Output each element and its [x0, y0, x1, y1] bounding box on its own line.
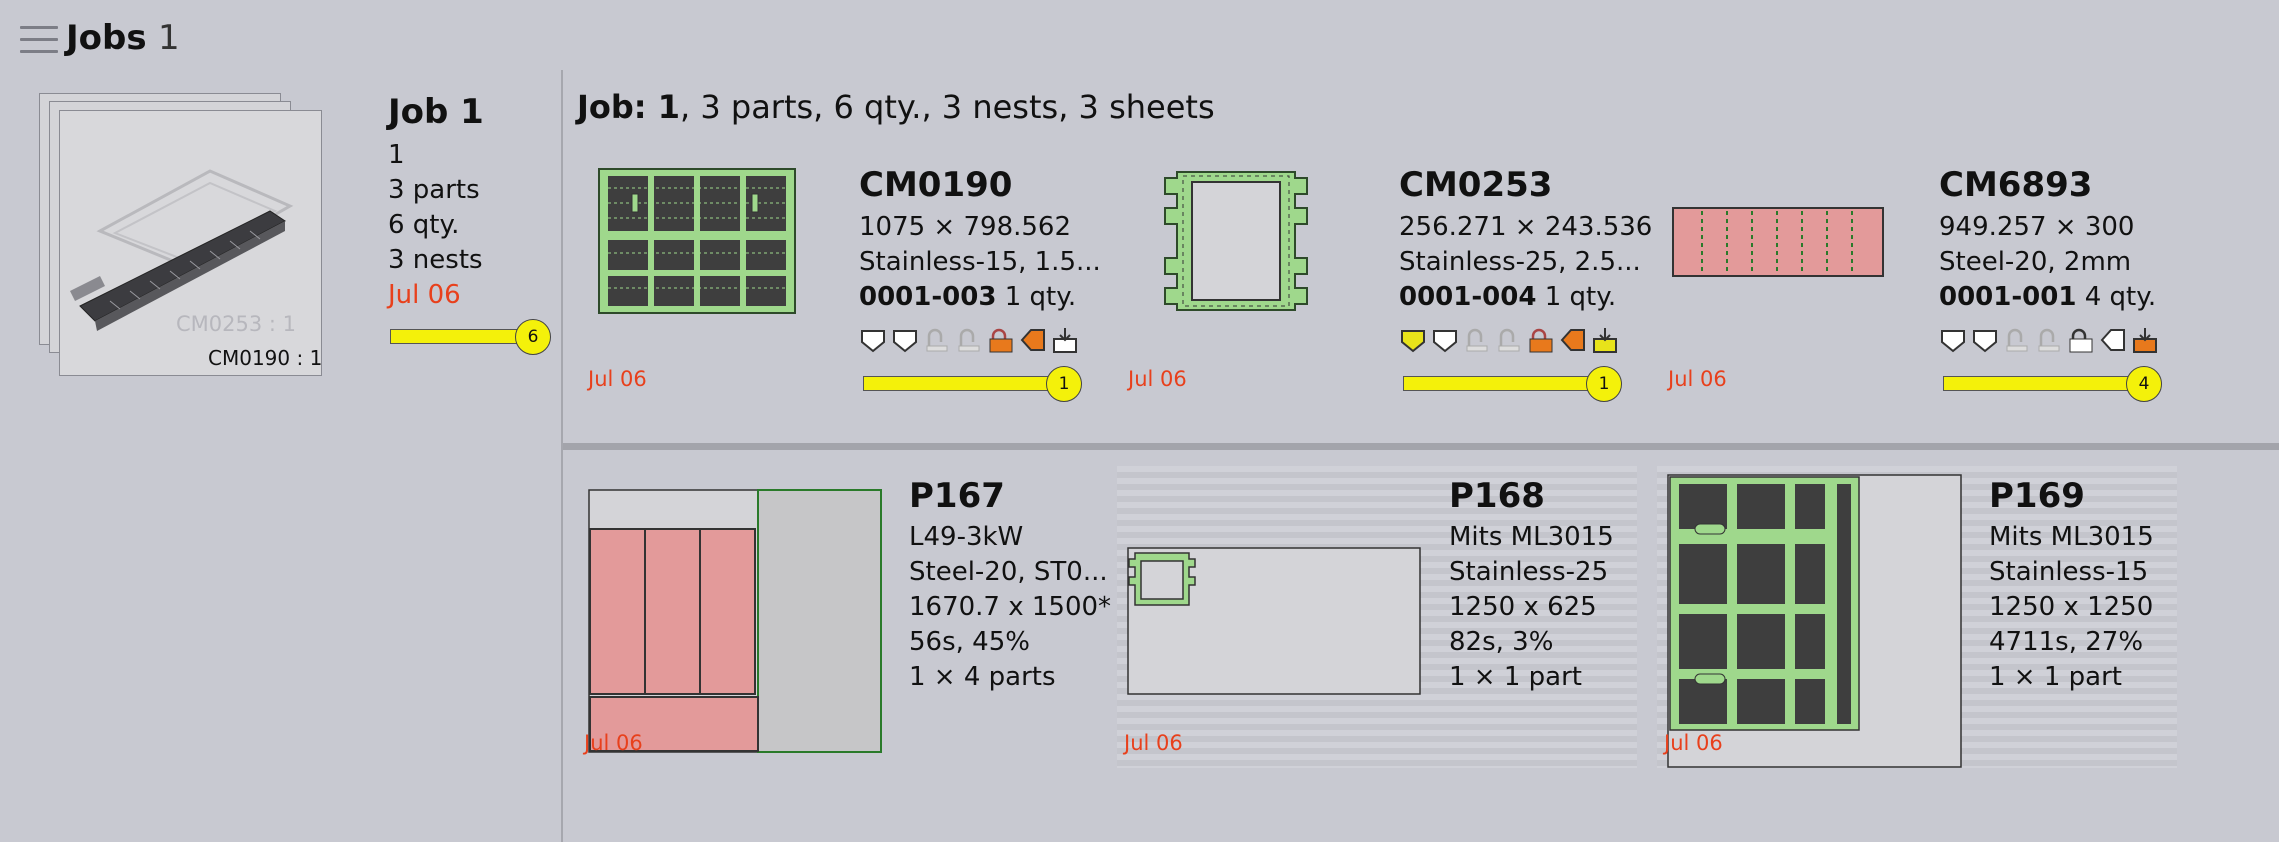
- part-progress-badge: 4: [2126, 366, 2162, 402]
- part-date: Jul 06: [1128, 367, 1187, 391]
- part-dimensions: 256.271 × 243.536: [1399, 212, 1653, 242]
- paint-status-icon[interactable]: [1527, 326, 1555, 354]
- job-progress-bar: [390, 329, 532, 344]
- bend-status-icon[interactable]: [1463, 326, 1491, 354]
- nest-sheet-preview: [1127, 547, 1421, 695]
- assembly-status-icon[interactable]: [1559, 326, 1587, 354]
- cut-status-icon[interactable]: [1399, 326, 1427, 354]
- job-title: Job 1: [388, 92, 484, 132]
- part-material: Steel-20, 2mm: [1939, 247, 2132, 277]
- nest-date: Jul 06: [584, 731, 643, 755]
- nest-parts-count: 1 × 1 part: [1449, 662, 1582, 692]
- part-dimensions: 1075 × 798.562: [859, 212, 1071, 242]
- weld-status-icon[interactable]: [2035, 326, 2063, 354]
- nest-stats: 82s, 3%: [1449, 627, 1554, 657]
- part-code: 0001-004: [1399, 282, 1537, 312]
- part-material: Stainless-25, 2.5...: [1399, 247, 1641, 277]
- part-progress-badge: 1: [1046, 366, 1082, 402]
- nest-sheet-size: 1670.7 x 1500*: [909, 592, 1112, 622]
- thumbnail-card-front: [59, 110, 322, 376]
- nest-name: P168: [1449, 476, 1545, 516]
- job-count: 1: [158, 18, 180, 58]
- weld-status-icon[interactable]: [955, 326, 983, 354]
- job-nests: 3 nests: [388, 245, 483, 275]
- part-thumbnail: [598, 168, 796, 314]
- part-status-icons: [859, 326, 1079, 356]
- part-progress-bar: [1943, 376, 2145, 391]
- nest-status-icon[interactable]: [1971, 326, 1999, 354]
- part-progress-bar: [863, 376, 1065, 391]
- part-progress-bar: [1403, 376, 1605, 391]
- menu-icon[interactable]: [20, 26, 58, 56]
- part-status-icons: [1939, 326, 2159, 356]
- nest-material: Stainless-25: [1449, 557, 1609, 587]
- ship-status-icon[interactable]: [1051, 326, 1079, 354]
- nest-sheet-size: 1250 x 1250: [1989, 592, 2154, 622]
- part-qty: 1 qty.: [996, 282, 1077, 312]
- nest-machine: Mits ML3015: [1449, 522, 1614, 552]
- weld-status-icon[interactable]: [1495, 326, 1523, 354]
- nest-parts-count: 1 × 4 parts: [909, 662, 1056, 692]
- assembly-status-icon[interactable]: [1019, 326, 1047, 354]
- job-date: Jul 06: [388, 280, 461, 310]
- cut-status-icon[interactable]: [1939, 326, 1967, 354]
- ghost-part-label: CM0253 : 1: [176, 312, 297, 336]
- nest-status-icon[interactable]: [1431, 326, 1459, 354]
- job-parts: 3 parts: [388, 175, 480, 205]
- ship-status-icon[interactable]: [1591, 326, 1619, 354]
- ship-status-icon[interactable]: [2131, 326, 2159, 354]
- nest-sheet-preview: [1667, 474, 1962, 768]
- part-code: 0001-001: [1939, 282, 2077, 312]
- part-thumbnail: [1672, 207, 1884, 277]
- part-date: Jul 06: [1668, 367, 1727, 391]
- paint-status-icon[interactable]: [987, 326, 1015, 354]
- part-code-qty: 0001-003 1 qty.: [859, 282, 1076, 312]
- bend-status-icon[interactable]: [923, 326, 951, 354]
- nest-material: Steel-20, ST0...: [909, 557, 1108, 587]
- part-name: CM0253: [1399, 165, 1553, 205]
- part-qty: 4 qty.: [2076, 282, 2157, 312]
- column-divider: [561, 70, 563, 842]
- nest-name: P167: [909, 476, 1005, 516]
- job-header-summary: , 3 parts, 6 qty., 3 nests, 3 sheets: [680, 88, 1215, 126]
- part-qty: 1 qty.: [1536, 282, 1617, 312]
- nest-sheet-preview: [588, 489, 882, 753]
- nest-material: Stainless-15: [1989, 557, 2149, 587]
- bend-status-icon[interactable]: [2003, 326, 2031, 354]
- cut-status-icon[interactable]: [859, 326, 887, 354]
- part-dimensions: 949.257 × 300: [1939, 212, 2135, 242]
- nest-date: Jul 06: [1664, 731, 1723, 755]
- part-name: CM6893: [1939, 165, 2093, 205]
- nest-status-icon[interactable]: [891, 326, 919, 354]
- nest-parts-count: 1 × 1 part: [1989, 662, 2122, 692]
- nest-stats: 4711s, 27%: [1989, 627, 2144, 657]
- part-code-qty: 0001-001 4 qty.: [1939, 282, 2156, 312]
- section-divider: [563, 443, 2279, 450]
- part-progress-badge: 1: [1586, 366, 1622, 402]
- front-part-label: CM0190 : 1: [208, 346, 323, 370]
- part-thumbnail: [1164, 171, 1308, 311]
- nest-machine: L49-3kW: [909, 522, 1024, 552]
- job-qty: 6 qty.: [388, 210, 460, 240]
- assembly-status-icon[interactable]: [2099, 326, 2127, 354]
- job-header-number: 1: [657, 88, 680, 126]
- nest-machine: Mits ML3015: [1989, 522, 2154, 552]
- job-number: 1: [388, 140, 405, 170]
- part-name: CM0190: [859, 165, 1013, 205]
- job-header-prefix: Job:: [577, 88, 658, 126]
- nest-date: Jul 06: [1124, 731, 1183, 755]
- part-date: Jul 06: [588, 367, 647, 391]
- nest-name: P169: [1989, 476, 2085, 516]
- paint-status-icon[interactable]: [2067, 326, 2095, 354]
- job-header: Job: 1, 3 parts, 6 qty., 3 nests, 3 shee…: [577, 88, 1215, 126]
- part-material: Stainless-15, 1.5...: [859, 247, 1101, 277]
- part-status-icons: [1399, 326, 1619, 356]
- part-code-qty: 0001-004 1 qty.: [1399, 282, 1616, 312]
- part-code: 0001-003: [859, 282, 997, 312]
- nest-sheet-size: 1250 x 625: [1449, 592, 1597, 622]
- job-progress-badge: 6: [515, 319, 551, 355]
- page-title: Jobs: [66, 18, 147, 58]
- nest-stats: 56s, 45%: [909, 627, 1030, 657]
